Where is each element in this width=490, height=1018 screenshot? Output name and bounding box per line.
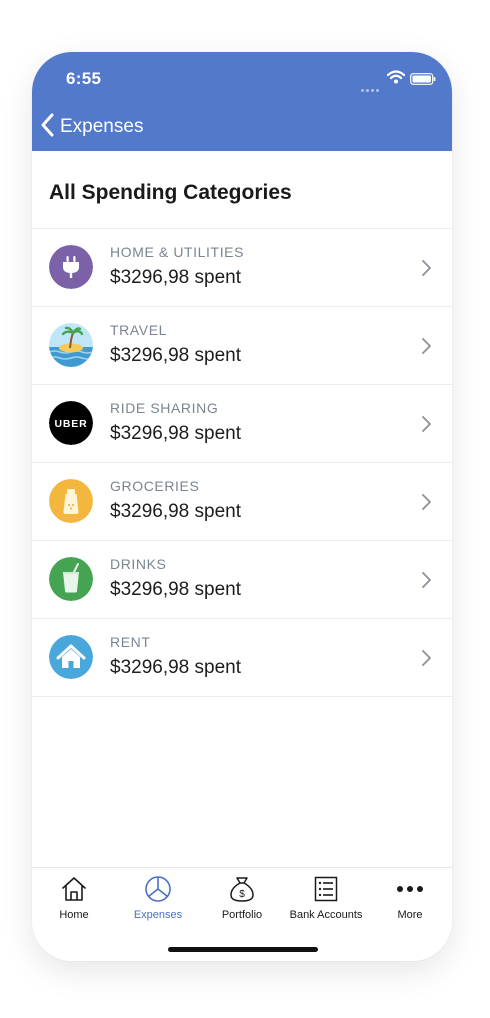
wifi-icon	[386, 70, 406, 89]
tab-bar: Home Expenses $ Portfolio Bank Accounts …	[32, 867, 452, 961]
phone-frame: 6:55 Expenses All Spending Categories HO…	[32, 52, 452, 961]
back-label: Expenses	[60, 116, 144, 137]
category-row-groceries[interactable]: GROCERIES $3296,98 spent	[32, 463, 452, 541]
home-indicator	[168, 947, 318, 952]
category-amount: $3296,98 spent	[110, 345, 242, 366]
category-list: HOME & UTILITIES $3296,98 spent TRAVEL $…	[32, 228, 452, 697]
category-row-drinks[interactable]: DRINKS $3296,98 spent	[32, 541, 452, 619]
tab-label: Bank Accounts	[289, 909, 363, 921]
home-icon	[32, 874, 116, 904]
category-amount: $3296,98 spent	[110, 579, 242, 600]
tab-label: Portfolio	[221, 909, 263, 921]
category-name: GROCERIES	[110, 478, 200, 494]
category-amount: $3296,98 spent	[110, 423, 242, 444]
tab-portfolio[interactable]: $ Portfolio	[200, 874, 284, 926]
category-name: HOME & UTILITIES	[110, 244, 245, 260]
beach-island-icon	[49, 323, 93, 367]
category-row-travel[interactable]: TRAVEL $3296,98 spent	[32, 307, 452, 385]
chevron-right-icon	[420, 649, 432, 672]
more-dots-icon	[368, 874, 452, 904]
category-row-ride-sharing[interactable]: UBER RIDE SHARING $3296,98 spent	[32, 385, 452, 463]
tab-home[interactable]: Home	[32, 874, 116, 926]
category-name: RIDE SHARING	[110, 400, 219, 416]
salt-shaker-icon	[49, 479, 93, 523]
chevron-right-icon	[420, 571, 432, 594]
house-icon	[49, 635, 93, 679]
list-icon	[284, 874, 368, 904]
pie-chart-icon	[116, 874, 200, 904]
content: All Spending Categories HOME & UTILITIES…	[32, 151, 452, 867]
battery-icon	[410, 72, 436, 90]
tab-expenses[interactable]: Expenses	[116, 874, 200, 926]
money-bag-icon: $	[200, 874, 284, 904]
page-title: All Spending Categories	[49, 181, 292, 204]
cellular-signal-icon	[361, 79, 381, 97]
plug-icon	[49, 245, 93, 289]
category-amount: $3296,98 spent	[110, 267, 242, 288]
tab-bank-accounts[interactable]: Bank Accounts	[284, 874, 368, 926]
drink-cup-icon	[49, 557, 93, 601]
category-row-rent[interactable]: RENT $3296,98 spent	[32, 619, 452, 697]
tab-label: Home	[59, 909, 89, 921]
tab-more[interactable]: More	[368, 874, 452, 926]
category-name: DRINKS	[110, 556, 167, 572]
category-amount: $3296,98 spent	[110, 657, 242, 678]
chevron-right-icon	[420, 259, 432, 282]
uber-logo: UBER	[49, 401, 93, 445]
svg-text:$: $	[239, 889, 245, 900]
tab-label: Expenses	[133, 909, 183, 921]
status-time: 6:55	[66, 69, 102, 88]
back-button[interactable]: Expenses	[40, 112, 143, 142]
category-amount: $3296,98 spent	[110, 501, 242, 522]
header: 6:55 Expenses	[32, 52, 452, 151]
uber-logo-text: UBER	[55, 418, 88, 430]
chevron-right-icon	[420, 415, 432, 438]
category-row-home-utilities[interactable]: HOME & UTILITIES $3296,98 spent	[32, 229, 452, 307]
tab-label: More	[397, 909, 423, 921]
category-name: RENT	[110, 634, 151, 650]
chevron-right-icon	[420, 493, 432, 516]
category-name: TRAVEL	[110, 322, 168, 338]
chevron-right-icon	[420, 337, 432, 360]
chevron-left-icon	[40, 112, 56, 143]
